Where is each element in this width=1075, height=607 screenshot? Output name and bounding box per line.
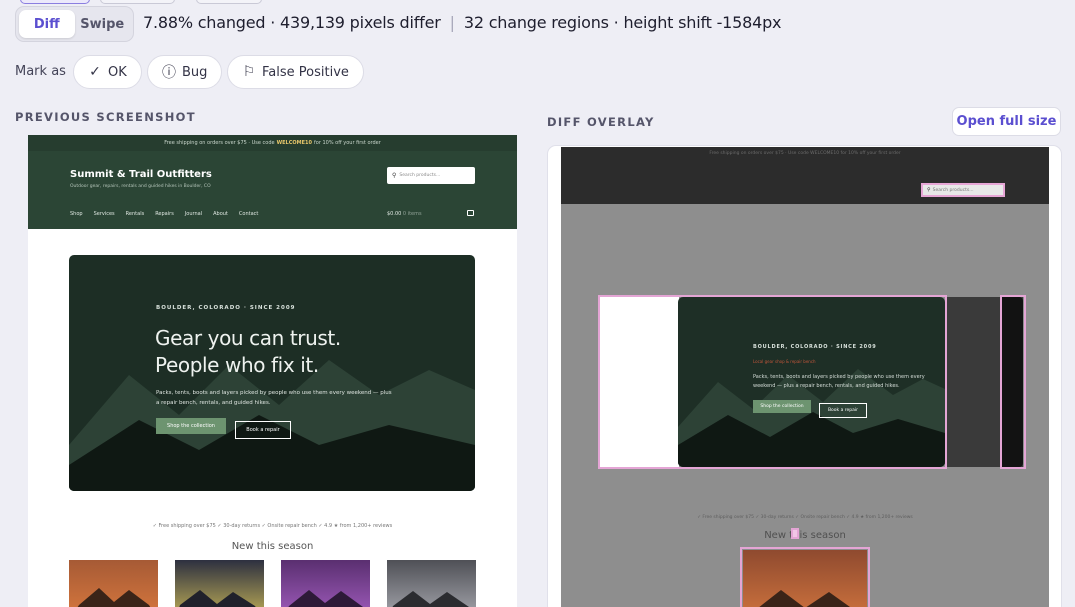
diff-header-region: Free shipping on orders over $75 · Use c… — [561, 147, 1049, 204]
site-header: Summit & Trail Outfitters Outdoor gear, … — [28, 151, 517, 229]
search-icon: ⚲ — [392, 172, 397, 179]
diff-search-placeholder: Search products... — [932, 187, 974, 193]
product-tile-graphic — [281, 560, 370, 607]
diff-canvas: Free shipping on orders over $75 · Use c… — [561, 147, 1049, 607]
change-region-box — [740, 547, 870, 607]
mark-bug-button[interactable]: ⓘ Bug — [147, 55, 223, 89]
promo-code: WELCOME10 — [276, 140, 312, 146]
bag-icon — [467, 210, 474, 216]
mark-false-positive-button[interactable]: ⚐ False Positive — [227, 55, 364, 89]
site-nav-item: Repairs — [155, 211, 174, 217]
diff-section-title: New this season — [764, 530, 846, 541]
hero-heading: Gear you can trust. People who fix it. — [155, 326, 341, 377]
site-nav-item: Journal — [184, 211, 203, 217]
hero-primary-cta: Shop the collection — [156, 418, 226, 434]
announcement-pre: Free shipping on orders over $75 · Use c… — [164, 140, 275, 146]
top-tab-fragment — [20, 0, 90, 4]
site-cart: $0.00 0 items — [387, 211, 422, 217]
diff-search-region: ⚲ Search products... — [921, 183, 1005, 197]
site-nav-item: About — [213, 211, 228, 217]
product-tile-image — [175, 560, 264, 607]
product-tile-graphic — [69, 560, 158, 607]
stats-separator: | — [449, 13, 455, 32]
top-tab-fragment — [100, 0, 175, 4]
site-section-title: New this season — [231, 541, 314, 552]
site-nav-item: Shop — [70, 211, 83, 217]
site-announcement-bar: Free shipping on orders over $75 · Use c… — [28, 135, 517, 151]
site-nav-item: Services — [93, 211, 115, 217]
product-tile-graphic — [175, 560, 264, 607]
previous-screenshot-label: PREVIOUS SCREENSHOT — [15, 110, 196, 124]
cart-items: 0 items — [402, 211, 422, 217]
diff-promo-code: WELCOME10 — [810, 151, 840, 156]
diff-announcement-pre: Free shipping on orders over $75 · Use c… — [709, 151, 809, 156]
site-brand: Summit & Trail Outfitters — [70, 169, 212, 180]
flag-icon: ⚐ — [242, 64, 256, 80]
alert-circle-icon: ⓘ — [162, 65, 176, 81]
mark-ok-button[interactable]: ✓ OK — [73, 55, 142, 89]
mark-as-label: Mark as — [15, 64, 66, 79]
diff-stats: 7.88% changed · 439,139 pixels differ | … — [143, 13, 781, 32]
open-full-size-button[interactable]: Open full size — [952, 107, 1061, 136]
hero-secondary-cta: Book a repair — [235, 421, 291, 439]
site-nav-item: Rentals — [125, 211, 145, 217]
change-region-box — [598, 295, 947, 469]
diff-mode-button[interactable]: Diff — [19, 10, 75, 38]
change-region-box — [791, 528, 799, 539]
site-hero: BOULDER, COLORADO · SINCE 2009 Gear you … — [69, 255, 475, 491]
hero-eyebrow: BOULDER, COLORADO · SINCE 2009 — [156, 305, 296, 311]
site-tagline: Outdoor gear, repairs, rentals and guide… — [70, 184, 211, 189]
diff-overlay-panel: Free shipping on orders over $75 · Use c… — [547, 145, 1062, 607]
product-tile-image — [69, 560, 158, 607]
check-icon: ✓ — [89, 64, 101, 80]
mark-false-positive-label: False Positive — [262, 64, 349, 80]
site-search: ⚲ Search products... — [387, 167, 475, 184]
diff-overlay-label: DIFF OVERLAY — [547, 115, 655, 129]
cart-amount: $0.00 — [387, 211, 402, 217]
view-mode-toggle: Diff Swipe — [15, 6, 134, 42]
diff-perks: ✓ Free shipping over $75 ✓ 30-day return… — [697, 515, 913, 520]
top-tab-fragment — [196, 0, 262, 4]
mark-bug-label: Bug — [182, 64, 208, 80]
regions-stat: 32 change regions · height shift -1584px — [463, 13, 782, 32]
change-region-box — [1000, 295, 1026, 469]
product-tile-image — [387, 560, 476, 607]
site-nav: Shop Services Rentals Repairs Journal Ab… — [70, 211, 258, 217]
previous-screenshot: Free shipping on orders over $75 · Use c… — [28, 135, 517, 607]
diff-announcement-post: for 10% off your first order — [840, 151, 901, 156]
site-search-placeholder: Search products... — [399, 173, 441, 178]
search-icon: ⚲ — [927, 187, 931, 193]
site-perks: ✓ Free shipping over $75 ✓ 30-day return… — [152, 523, 393, 529]
hero-body: Packs, tents, boots and layers picked by… — [156, 390, 392, 406]
mark-ok-label: OK — [108, 64, 127, 80]
product-tile-image — [281, 560, 370, 607]
changed-stat: 7.88% changed · 439,139 pixels differ — [143, 13, 441, 32]
site-nav-item: Contact — [238, 211, 259, 217]
announcement-post: for 10% off your first order — [314, 140, 381, 146]
diff-announcement: Free shipping on orders over $75 · Use c… — [561, 151, 1049, 156]
product-tile-graphic — [387, 560, 476, 607]
swipe-mode-button[interactable]: Swipe — [75, 10, 131, 38]
